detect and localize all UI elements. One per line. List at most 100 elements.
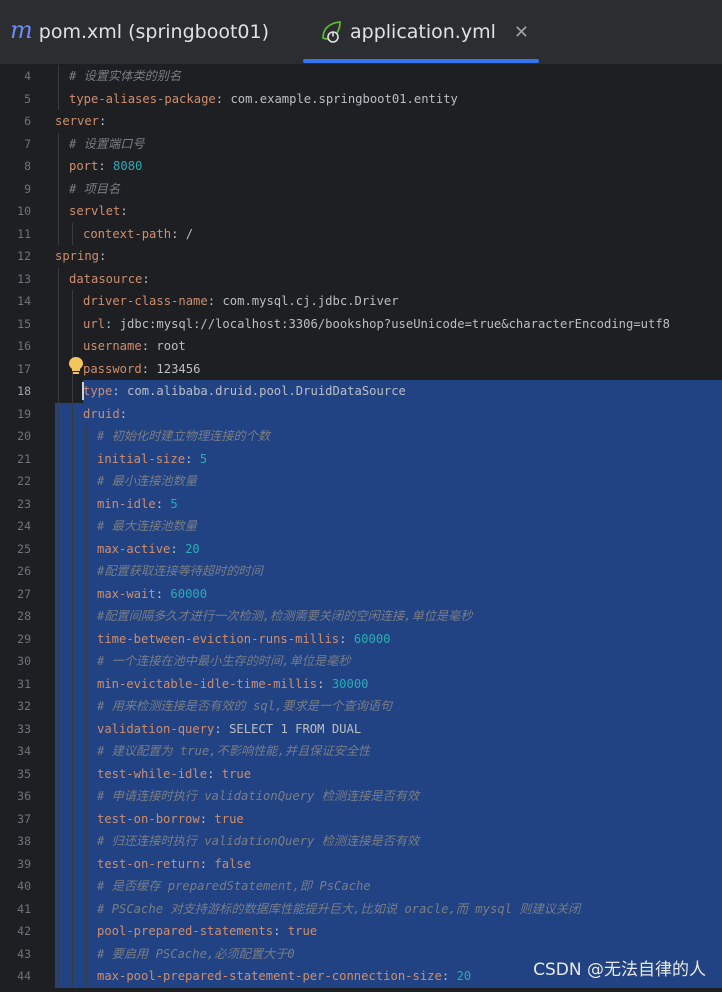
- line-code: min-evictable-idle-time-millis: 30000: [97, 676, 369, 691]
- indent-guide: [86, 965, 87, 988]
- indent-guide: [72, 380, 73, 403]
- line-code: pool-prepared-statements: true: [97, 924, 318, 938]
- code-line[interactable]: 6 server:: [0, 110, 722, 133]
- line-number: 15: [17, 316, 31, 331]
- indent-guide: [86, 875, 87, 898]
- indent-guide: [86, 470, 87, 493]
- indent-guide: [72, 290, 73, 313]
- code-line[interactable]: 30 # 一个连接在池中最小生存的时间,单位是毫秒: [0, 650, 722, 673]
- line-number: 21: [17, 451, 31, 466]
- tab-label: application.yml: [350, 21, 496, 43]
- code-line[interactable]: 18 type: com.alibaba.druid.pool.DruidData…: [0, 380, 722, 403]
- yaml-key: max-active: [97, 541, 171, 556]
- code-line[interactable]: 15 url: jdbc:mysql://localhost:3306/books…: [0, 312, 722, 335]
- indent-guide: [86, 627, 87, 650]
- yaml-value: 5: [170, 496, 178, 511]
- line-number: 10: [17, 204, 31, 218]
- close-icon[interactable]: ✕: [514, 22, 529, 43]
- line-number: 25: [17, 541, 31, 556]
- code-line[interactable]: 41 # PSCache 对支持游标的数据库性能提升巨大,比如说 oracle,而…: [0, 897, 722, 920]
- active-tab-indicator: [303, 59, 539, 63]
- code-line[interactable]: 5 type-aliases-package: com.example.sprin…: [0, 87, 722, 110]
- tab-application-yml[interactable]: application.yml ✕: [320, 0, 529, 64]
- indent-guide: [72, 605, 73, 628]
- yaml-key: type-aliases-package: [69, 91, 216, 106]
- code-line[interactable]: 31 min-evictable-idle-time-millis: 30000: [0, 672, 722, 695]
- yaml-key: pool-prepared-statements: [97, 924, 274, 938]
- indent-guide: [72, 942, 73, 965]
- indent-guide: [86, 537, 87, 560]
- yaml-comment: # 最大连接池数量: [97, 519, 197, 533]
- indent-guide: [72, 762, 73, 785]
- code-line[interactable]: 23 min-idle: 5: [0, 492, 722, 515]
- line-code: # 设置端口号: [69, 133, 145, 156]
- code-line[interactable]: 24 # 最大连接池数量: [0, 515, 722, 538]
- code-line[interactable]: 38 # 归还连接时执行 validationQuery 检测连接是否有效: [0, 830, 722, 853]
- code-line[interactable]: 4 # 设置实体类的别名: [0, 65, 722, 88]
- yaml-key: servlet: [69, 204, 121, 218]
- yaml-comment: # 要启用 PSCache,必须配置大于0: [97, 946, 295, 961]
- line-number: 40: [17, 879, 31, 893]
- line-number: 32: [17, 699, 31, 713]
- code-line[interactable]: 21 initial-size: 5: [0, 447, 722, 470]
- code-editor[interactable]: 4 # 设置实体类的别名 5 type-aliases-package: com.ex…: [0, 65, 722, 992]
- yaml-value: 20: [456, 969, 472, 983]
- code-line[interactable]: 10 servlet:: [0, 200, 722, 223]
- indent-guide: [58, 515, 59, 538]
- code-line[interactable]: 37 test-on-borrow: true: [0, 807, 722, 830]
- indent-guide: [58, 65, 59, 88]
- line-number: 19: [17, 406, 31, 421]
- indent-guide: [58, 492, 59, 515]
- code-line[interactable]: 7 # 设置端口号: [0, 132, 722, 156]
- indent-guide: [86, 852, 87, 875]
- line-code: spring:: [55, 249, 107, 263]
- code-line[interactable]: 26 #配置获取连接等待超时的时间: [0, 560, 722, 583]
- yaml-value: true: [287, 924, 318, 938]
- code-line[interactable]: 39 test-on-return: false: [0, 852, 722, 875]
- line-code: # 要启用 PSCache,必须配置大于0: [97, 943, 295, 966]
- yaml-key: time-between-eviction-runs-millis: [97, 631, 340, 646]
- code-line[interactable]: 14 driver-class-name: com.mysql.cj.jdbc.D…: [0, 290, 722, 313]
- indent-guide: [86, 582, 87, 605]
- code-line[interactable]: 42 pool-prepared-statements: true: [0, 920, 722, 943]
- code-line[interactable]: 29 time-between-eviction-runs-millis: 600…: [0, 627, 722, 650]
- code-line[interactable]: 17 password: 123456: [0, 357, 722, 380]
- code-line[interactable]: 28 #配置间隔多久才进行一次检测,检测需要关闭的空闲连接,单位是毫秒: [0, 605, 722, 628]
- code-line[interactable]: 27 max-wait: 60000: [0, 582, 722, 605]
- code-line[interactable]: 13 datasource:: [0, 267, 722, 290]
- code-line[interactable]: 20 # 初始化时建立物理连接的个数: [0, 425, 722, 448]
- indent-guide: [58, 965, 59, 988]
- indent-guide: [86, 515, 87, 538]
- lightbulb-icon[interactable]: [68, 356, 84, 376]
- indent-guide: [86, 605, 87, 628]
- indent-guide: [58, 447, 59, 470]
- code-line[interactable]: 32 # 用来检测连接是否有效的 sql,要求是一个查询语句: [0, 695, 722, 718]
- code-line[interactable]: 19 druid:: [0, 402, 722, 425]
- code-line[interactable]: 8 port: 8080: [0, 155, 722, 178]
- line-number: 34: [17, 744, 31, 758]
- yaml-value: com.alibaba.druid.pool.DruidDataSource: [127, 384, 406, 398]
- code-line[interactable]: 33 validation-query: SELECT 1 FROM DUAL: [0, 717, 722, 740]
- code-line[interactable]: 22 # 最小连接池数量: [0, 470, 722, 493]
- line-code: #配置间隔多久才进行一次检测,检测需要关闭的空闲连接,单位是毫秒: [97, 605, 472, 628]
- indent-guide: [58, 357, 59, 380]
- code-line[interactable]: 16 username: root: [0, 335, 722, 358]
- code-line[interactable]: 9 # 项目名: [0, 177, 722, 201]
- code-line[interactable]: 11 context-path: /: [0, 222, 722, 245]
- line-number: 12: [17, 249, 31, 263]
- indent-guide: [86, 560, 87, 583]
- code-line[interactable]: 36 # 申请连接时执行 validationQuery 检测连接是否有效: [0, 785, 722, 808]
- yaml-key: spring: [55, 249, 100, 263]
- line-code: max-active: 20: [97, 541, 200, 556]
- tab-pom-xml[interactable]: m pom.xml (springboot01): [10, 0, 269, 64]
- code-line[interactable]: 40 # 是否缓存 preparedStatement,即 PsCache: [0, 875, 722, 898]
- yaml-value: 123456: [156, 361, 201, 376]
- code-line[interactable]: 34 # 建议配置为 true,不影响性能,并且保证安全性: [0, 740, 722, 763]
- code-line[interactable]: 35 test-while-idle: true: [0, 762, 722, 785]
- line-code: # 项目名: [69, 178, 120, 201]
- code-line[interactable]: 12 spring:: [0, 245, 722, 268]
- line-code: context-path: /: [83, 226, 194, 241]
- indent-guide: [58, 785, 59, 808]
- line-number: 31: [17, 676, 31, 691]
- code-line[interactable]: 25 max-active: 20: [0, 537, 722, 560]
